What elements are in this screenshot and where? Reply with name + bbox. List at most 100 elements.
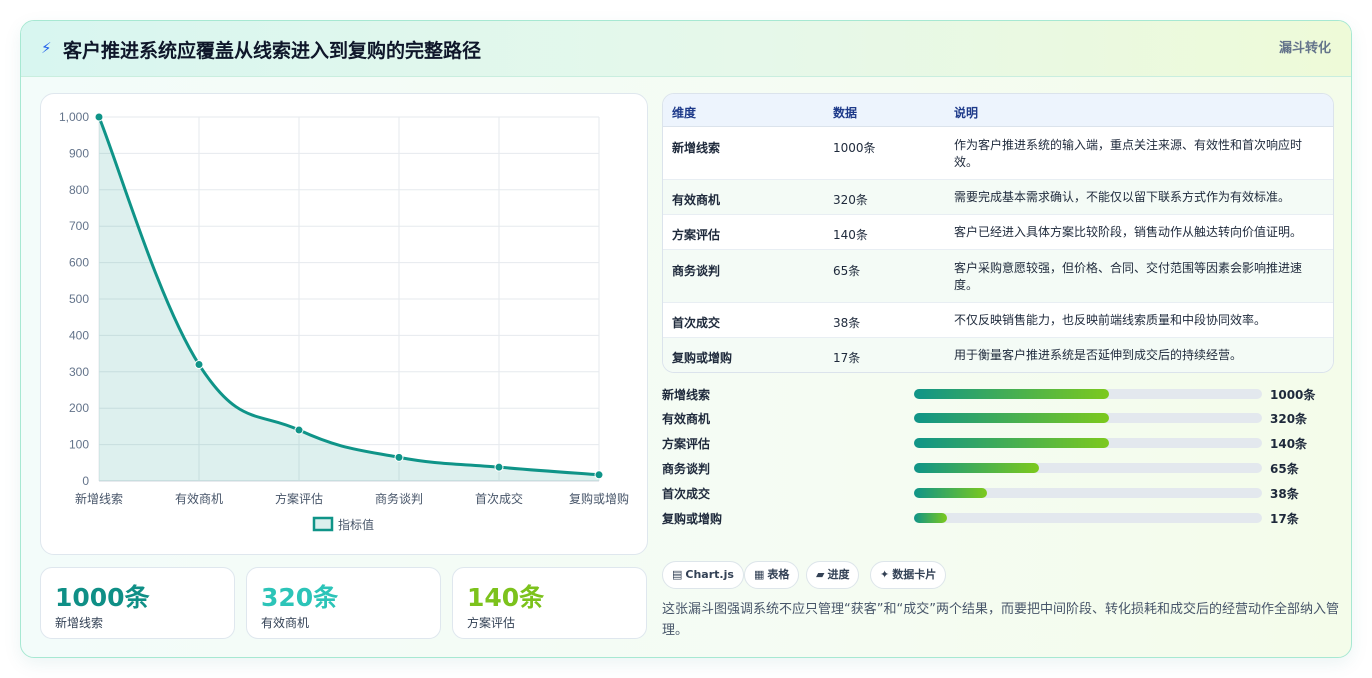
progress-label: 商务谈判 xyxy=(662,462,711,476)
progress-fill xyxy=(914,438,1109,448)
x-tick-label: 商务谈判 xyxy=(375,491,423,506)
cell-dimension: 有效商机 xyxy=(672,193,721,207)
y-tick-label: 200 xyxy=(69,401,89,415)
column-header: 维度 xyxy=(672,106,697,120)
progress-row: 复购或增购 17条 xyxy=(662,507,1334,527)
data-table: 维度 数据 说明 新增线索 1000条 作为客户推进系统的输入端，重点关注来源、… xyxy=(662,93,1334,373)
kpi-label: 新增线索 xyxy=(55,616,104,630)
legend-label: 指标值 xyxy=(338,517,374,532)
progress-fill xyxy=(914,488,988,498)
progress-label: 有效商机 xyxy=(662,412,711,426)
table-row: 首次成交 38条 不仅反映销售能力，也反映前端线索质量和中段协同效率。 xyxy=(663,303,1333,338)
data-point xyxy=(94,112,104,122)
kpi-value: 140条 xyxy=(467,583,545,612)
progress-row: 方案评估 140条 xyxy=(662,432,1334,452)
data-point xyxy=(294,425,304,435)
y-tick-label: 700 xyxy=(69,219,89,233)
column-header: 说明 xyxy=(954,106,979,120)
cell-dimension: 复购或增购 xyxy=(672,351,733,365)
progress-icon: ▰ xyxy=(816,568,825,581)
progress-list: 新增线索 1000条 有效商机 320条 方案评估 140条 商务谈判 65条 … xyxy=(662,381,1334,531)
y-tick-label: 100 xyxy=(69,438,89,452)
kpi-label: 有效商机 xyxy=(261,616,310,630)
progress-track xyxy=(914,513,1262,523)
progress-value: 38条 xyxy=(1270,487,1299,501)
tag-table[interactable]: ▦ 表格 xyxy=(744,561,800,589)
x-tick-label: 有效商机 xyxy=(175,491,223,506)
y-tick-label: 900 xyxy=(69,146,89,160)
progress-label: 复购或增购 xyxy=(662,512,723,526)
progress-track xyxy=(914,438,1262,448)
progress-fill xyxy=(914,413,1109,423)
progress-track xyxy=(914,389,1262,399)
kpi-cards: 1000条 新增线索 320条 有效商机 140条 方案评估 xyxy=(40,567,648,639)
kpi-label: 方案评估 xyxy=(467,616,516,630)
dashboard-card: ⚡ 客户推进系统应覆盖从线索进入到复购的完整路径 漏斗转化 0 100 200 300… xyxy=(20,20,1352,658)
chart-icon: ▤ xyxy=(672,568,683,581)
sparkle-icon: ✦ xyxy=(880,568,890,581)
progress-fill xyxy=(914,513,948,523)
kpi-value: 320条 xyxy=(261,583,339,612)
progress-row: 有效商机 320条 xyxy=(662,407,1334,427)
chip-label: 数据卡片 xyxy=(892,568,937,581)
x-tick-label: 方案评估 xyxy=(275,491,323,506)
data-point xyxy=(594,470,604,480)
lightning-icon: ⚡ xyxy=(41,39,52,57)
chip-label: 表格 xyxy=(767,568,790,581)
cell-description: 需要完成基本需求确认，不能仅以留下联系方式作为有效标准。 xyxy=(954,190,1291,204)
cell-dimension: 新增线索 xyxy=(672,141,721,155)
line-chart-panel: 0 100 200 300 400 500 600 700 800 900 1,000 新增线索 有效商… xyxy=(40,93,648,555)
kpi-card: 140条 方案评估 xyxy=(452,567,647,639)
progress-track xyxy=(914,413,1262,423)
cell-data: 17条 xyxy=(833,351,861,365)
progress-label: 首次成交 xyxy=(662,487,711,501)
tag-progress[interactable]: ▰ 进度 xyxy=(806,561,860,589)
y-tick-label: 600 xyxy=(69,256,89,270)
x-tick-label: 复购或增购 xyxy=(569,491,629,506)
table-row: 有效商机 320条 需要完成基本需求确认，不能仅以留下联系方式作为有效标准。 xyxy=(663,180,1333,215)
y-tick-label: 1,000 xyxy=(59,110,89,124)
cell-dimension: 商务谈判 xyxy=(672,264,721,278)
progress-track xyxy=(914,463,1262,473)
legend-swatch xyxy=(312,516,334,532)
progress-label: 新增线索 xyxy=(662,388,711,402)
chip-label: Chart.js xyxy=(685,568,734,581)
kpi-card: 320条 有效商机 xyxy=(246,567,441,639)
progress-value: 1000条 xyxy=(1270,388,1316,402)
kpi-card: 1000条 新增线索 xyxy=(40,567,235,639)
table-row: 商务谈判 65条 客户采购意愿较强，但价格、合同、交付范围等因素会影响推进速度。 xyxy=(663,250,1333,303)
header-tag: 漏斗转化 xyxy=(1278,41,1331,56)
cell-description: 作为客户推进系统的输入端，重点关注来源、有效性和首次响应时效。 xyxy=(954,138,1303,169)
table-row: 复购或增购 17条 用于衡量客户推进系统是否延伸到成交后的持续经营。 xyxy=(663,338,1333,372)
progress-row: 首次成交 38条 xyxy=(662,482,1334,502)
cell-data: 65条 xyxy=(833,264,861,278)
cell-description: 不仅反映销售能力，也反映前端线索质量和中段协同效率。 xyxy=(954,313,1267,327)
progress-row: 商务谈判 65条 xyxy=(662,457,1334,477)
table-row: 方案评估 140条 客户已经进入具体方案比较阶段，销售动作从触达转向价值证明。 xyxy=(663,215,1333,250)
y-tick-label: 0 xyxy=(82,474,89,488)
progress-label: 方案评估 xyxy=(662,437,711,451)
cell-description: 客户已经进入具体方案比较阶段，销售动作从触达转向价值证明。 xyxy=(954,225,1303,239)
data-point xyxy=(494,462,504,472)
progress-value: 320条 xyxy=(1270,412,1308,426)
table-header: 维度 数据 说明 xyxy=(663,94,1333,127)
progress-value: 17条 xyxy=(1270,512,1299,526)
line-chart: 0 100 200 300 400 500 600 700 800 900 1,000 新增线索 有效商… xyxy=(59,110,629,532)
summary-note: 这张漏斗图强调系统不应只管理“获客”和“成交”两个结果，而要把中间阶段、转化损耗… xyxy=(662,602,1339,638)
cell-data: 38条 xyxy=(833,316,861,330)
tag-chartjs[interactable]: ▤ Chart.js xyxy=(662,561,744,589)
page-title: 客户推进系统应覆盖从线索进入到复购的完整路径 xyxy=(63,40,482,62)
x-tick-label: 新增线索 xyxy=(75,491,123,506)
chip-label: 进度 xyxy=(827,568,850,581)
data-point xyxy=(194,360,204,370)
cell-data: 1000条 xyxy=(833,141,876,155)
progress-row: 新增线索 1000条 xyxy=(662,383,1334,403)
data-point xyxy=(394,452,404,462)
y-tick-label: 300 xyxy=(69,365,89,379)
progress-value: 140条 xyxy=(1270,437,1308,451)
cell-description: 客户采购意愿较强，但价格、合同、交付范围等因素会影响推进速度。 xyxy=(954,261,1303,292)
tag-data-card[interactable]: ✦ 数据卡片 xyxy=(870,561,947,589)
progress-value: 65条 xyxy=(1270,462,1299,476)
kpi-value: 1000条 xyxy=(55,583,150,612)
progress-track xyxy=(914,488,1262,498)
